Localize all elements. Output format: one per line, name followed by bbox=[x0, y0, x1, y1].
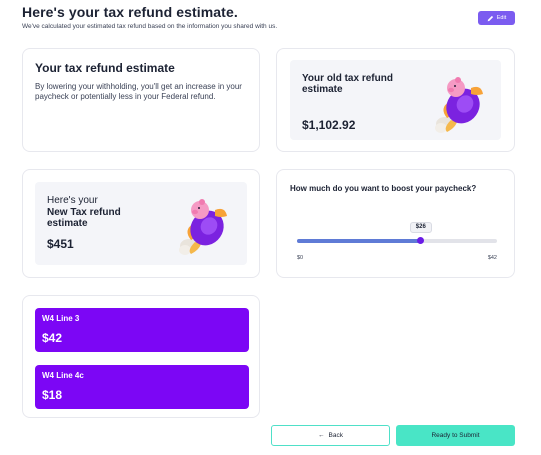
old-estimate-card: Your old tax refund estimate $1,102.92 bbox=[276, 48, 515, 152]
new-estimate-panel: Here's your New Tax refund estimate $451 bbox=[35, 182, 247, 265]
w4-line4c-label: W4 Line 4c bbox=[42, 371, 84, 380]
slider-value-bubble: $26 bbox=[409, 222, 432, 233]
slider-fill bbox=[297, 239, 421, 243]
submit-button[interactable]: Ready to Submit bbox=[396, 425, 515, 446]
old-estimate-title: Your old tax refund estimate bbox=[302, 73, 393, 95]
submit-button-label: Ready to Submit bbox=[431, 432, 480, 439]
w4-line3-box: W4 Line 3 $42 bbox=[35, 308, 249, 352]
new-estimate-intro: Here's your bbox=[47, 195, 98, 206]
new-estimate-card: Here's your New Tax refund estimate $451 bbox=[22, 169, 260, 278]
w4-line4c-box: W4 Line 4c $18 bbox=[35, 365, 249, 409]
refund-estimate-card: Your tax refund estimate By lowering you… bbox=[22, 48, 260, 152]
back-button[interactable]: ← Back bbox=[271, 425, 390, 446]
boost-slider: $26 $0 $42 bbox=[297, 220, 497, 264]
pencil-icon bbox=[487, 15, 493, 21]
estimate-card-title: Your tax refund estimate bbox=[35, 61, 175, 75]
w4-line4c-value: $18 bbox=[42, 388, 63, 402]
page-title: Here's your tax refund estimate. bbox=[22, 4, 238, 20]
slider-track[interactable] bbox=[297, 237, 497, 244]
boost-paycheck-card: How much do you want to boost your paych… bbox=[276, 169, 515, 278]
edit-button-label: Edit bbox=[496, 15, 507, 21]
piggy-bank-rocket-icon bbox=[435, 77, 483, 133]
old-estimate-amount: $1,102.92 bbox=[302, 118, 356, 132]
slider-max-label: $42 bbox=[487, 255, 497, 261]
back-button-label: Back bbox=[328, 432, 343, 439]
new-estimate-amount: $451 bbox=[47, 237, 74, 251]
old-estimate-panel: Your old tax refund estimate $1,102.92 bbox=[290, 60, 501, 140]
arrow-left-icon: ← bbox=[318, 432, 325, 439]
page-subtitle: We've calculated your estimated tax refu… bbox=[22, 23, 278, 30]
edit-button[interactable]: Edit bbox=[478, 11, 515, 25]
w4-lines-card: W4 Line 3 $42 W4 Line 4c $18 bbox=[22, 295, 260, 418]
estimate-card-description: By lowering your withholding, you'll get… bbox=[35, 82, 242, 101]
slider-min-label: $0 bbox=[297, 255, 304, 261]
new-estimate-title: New Tax refund estimate bbox=[47, 207, 121, 229]
w4-line3-label: W4 Line 3 bbox=[42, 314, 80, 323]
piggy-bank-rocket-icon bbox=[179, 199, 227, 255]
slider-thumb[interactable] bbox=[417, 237, 425, 244]
w4-line3-value: $42 bbox=[42, 331, 63, 345]
boost-question: How much do you want to boost your paych… bbox=[290, 184, 477, 193]
